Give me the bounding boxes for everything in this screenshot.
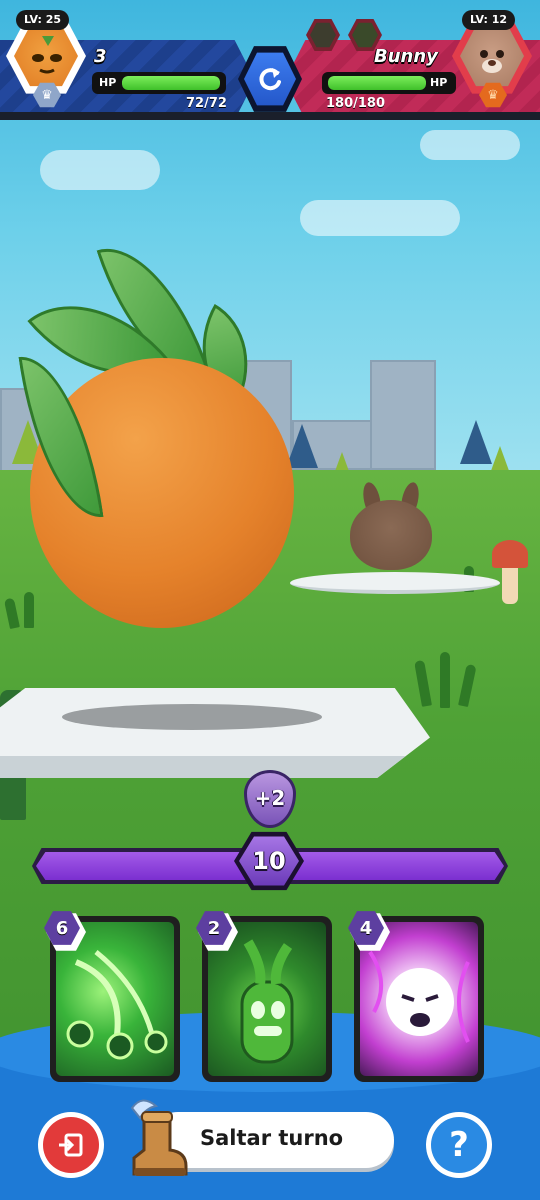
player-avatar[interactable]: LV: 25 ♛ [6, 10, 86, 108]
player-hp-value: 72/72 [186, 96, 227, 111]
mushroom [502, 562, 518, 604]
opponent-hp-value: 180/180 [326, 96, 386, 111]
ability-card[interactable]: 6 [44, 911, 180, 1082]
opponent-name: Bunny [374, 46, 438, 67]
exit-battle-button[interactable] [38, 1112, 104, 1178]
hp-track [122, 76, 220, 90]
player-name: 3 [94, 46, 107, 67]
ability-card[interactable]: 2 [196, 911, 332, 1082]
ability-card[interactable]: 4 [348, 911, 484, 1082]
mushroom-cap [492, 540, 528, 568]
hp-label: HP [99, 76, 117, 89]
pine-tree [286, 424, 318, 468]
hp-fill [122, 76, 220, 90]
winged-boot-icon [126, 1094, 190, 1180]
player-level: LV: 25 [16, 10, 70, 30]
ally-portrait [352, 22, 378, 48]
energy-bonus: +2 [244, 770, 296, 832]
question-mark-icon: ? [431, 1117, 487, 1173]
skip-turn-label: Saltar turno [200, 1126, 344, 1150]
opponent-hp-bar: HP [322, 72, 456, 94]
cloud [300, 200, 460, 236]
hp-track [328, 76, 426, 90]
refresh-icon [244, 52, 296, 106]
opponent-level: LV: 12 [462, 10, 516, 30]
energy-bonus-value: +2 [254, 786, 286, 810]
cloud [40, 150, 160, 190]
exit-door-icon [43, 1117, 99, 1173]
ally-portrait [310, 22, 336, 48]
player-platform [0, 688, 430, 778]
castle-tower [370, 360, 436, 470]
player-hp-bar: HP [92, 72, 226, 94]
hp-label: HP [430, 76, 448, 89]
platform-shadow [62, 704, 322, 730]
opponent-avatar[interactable]: LV: 12 ♛ [452, 10, 532, 108]
hud-divider [0, 112, 540, 120]
enemy-platform [290, 572, 500, 594]
hp-fill [328, 76, 426, 90]
grass-tuft [24, 592, 34, 628]
help-button[interactable]: ? [426, 1112, 492, 1178]
energy-value: 10 [239, 836, 299, 886]
grass-tuft [440, 652, 450, 708]
pine-tree [460, 420, 492, 464]
bunny-creature[interactable] [350, 500, 432, 570]
cloud [420, 130, 520, 160]
